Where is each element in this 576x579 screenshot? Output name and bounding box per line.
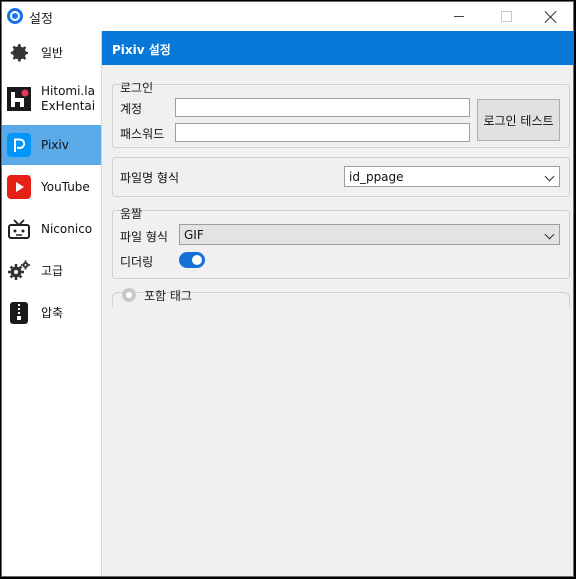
- include-tags-radio[interactable]: [122, 288, 136, 302]
- youtube-icon: [7, 175, 31, 199]
- pixiv-icon: [7, 133, 31, 157]
- minimize-icon: [454, 16, 464, 17]
- chevron-down-icon: [544, 229, 555, 240]
- sidebar-item-label: Hitomi.la ExHentai: [41, 84, 96, 113]
- sidebar-item-label: 압축: [41, 305, 64, 320]
- filename-format-value: id_ppage: [349, 169, 404, 184]
- chevron-down-icon: [544, 171, 555, 182]
- dithering-toggle[interactable]: [179, 252, 205, 268]
- sidebar-item-label: 고급: [41, 263, 64, 278]
- app-icon: [7, 8, 23, 24]
- login-group: 로그인 계정 패스워드 로그인 테스트: [112, 81, 570, 148]
- zip-icon: [7, 301, 31, 325]
- minimize-button[interactable]: [436, 2, 482, 31]
- sidebar-item-youtube[interactable]: YouTube: [2, 167, 101, 207]
- niconico-icon: [7, 217, 31, 241]
- gears-icon: [7, 259, 31, 283]
- ugoira-group: 움짤 파일 형식 GIF 디더링: [112, 207, 570, 279]
- page-title: Pixiv 설정: [112, 43, 171, 57]
- maximize-button[interactable]: [483, 2, 529, 31]
- include-tags-group: 포함 태그: [112, 288, 570, 307]
- sidebar-item-label: Niconico: [41, 221, 93, 236]
- filename-format-label: 파일명 형식: [120, 171, 180, 185]
- sidebar-item-label: Pixiv: [41, 137, 69, 152]
- sidebar-item-advanced[interactable]: 고급: [2, 251, 101, 291]
- sidebar-item-compression[interactable]: 압축: [2, 293, 101, 333]
- account-input[interactable]: [175, 98, 470, 117]
- sidebar-item-label: YouTube: [41, 179, 90, 194]
- file-format-select[interactable]: GIF: [179, 224, 560, 245]
- toggle-knob: [192, 255, 202, 265]
- window-title: 설정: [29, 12, 53, 27]
- sidebar-item-niconico[interactable]: Niconico: [2, 209, 101, 249]
- file-format-value: GIF: [184, 227, 204, 242]
- sidebar-item-hitomi[interactable]: Hitomi.la ExHentai: [2, 77, 101, 121]
- sidebar: 일반 Hitomi.la ExHentai Pixiv YouTube Nico…: [2, 31, 102, 576]
- account-label: 계정: [120, 102, 143, 116]
- ugoira-group-title: 움짤: [120, 207, 143, 221]
- password-input[interactable]: [175, 123, 470, 142]
- close-button[interactable]: [528, 2, 574, 31]
- filename-format-select[interactable]: id_ppage: [344, 166, 560, 187]
- sidebar-item-label: 일반: [41, 45, 64, 60]
- login-test-button[interactable]: 로그인 테스트: [477, 99, 560, 141]
- close-icon: [545, 11, 557, 23]
- sidebar-item-pixiv[interactable]: Pixiv: [2, 125, 101, 165]
- page-header: Pixiv 설정: [102, 31, 573, 65]
- password-label: 패스워드: [120, 127, 165, 141]
- filename-group: 파일명 형식 id_ppage: [112, 157, 570, 197]
- title-bar: 설정: [2, 2, 573, 31]
- hitomi-icon: [7, 87, 31, 111]
- gear-icon: [7, 41, 31, 65]
- maximize-icon: [500, 11, 512, 22]
- sidebar-item-general[interactable]: 일반: [2, 33, 101, 73]
- settings-window: 설정 일반 Hitomi.la ExHentai Pixiv YouTube N…: [1, 1, 574, 577]
- login-group-title: 로그인: [120, 81, 154, 95]
- dithering-label: 디더링: [120, 255, 154, 269]
- include-tags-label: 포함 태그: [144, 289, 192, 303]
- file-format-label: 파일 형식: [120, 230, 168, 244]
